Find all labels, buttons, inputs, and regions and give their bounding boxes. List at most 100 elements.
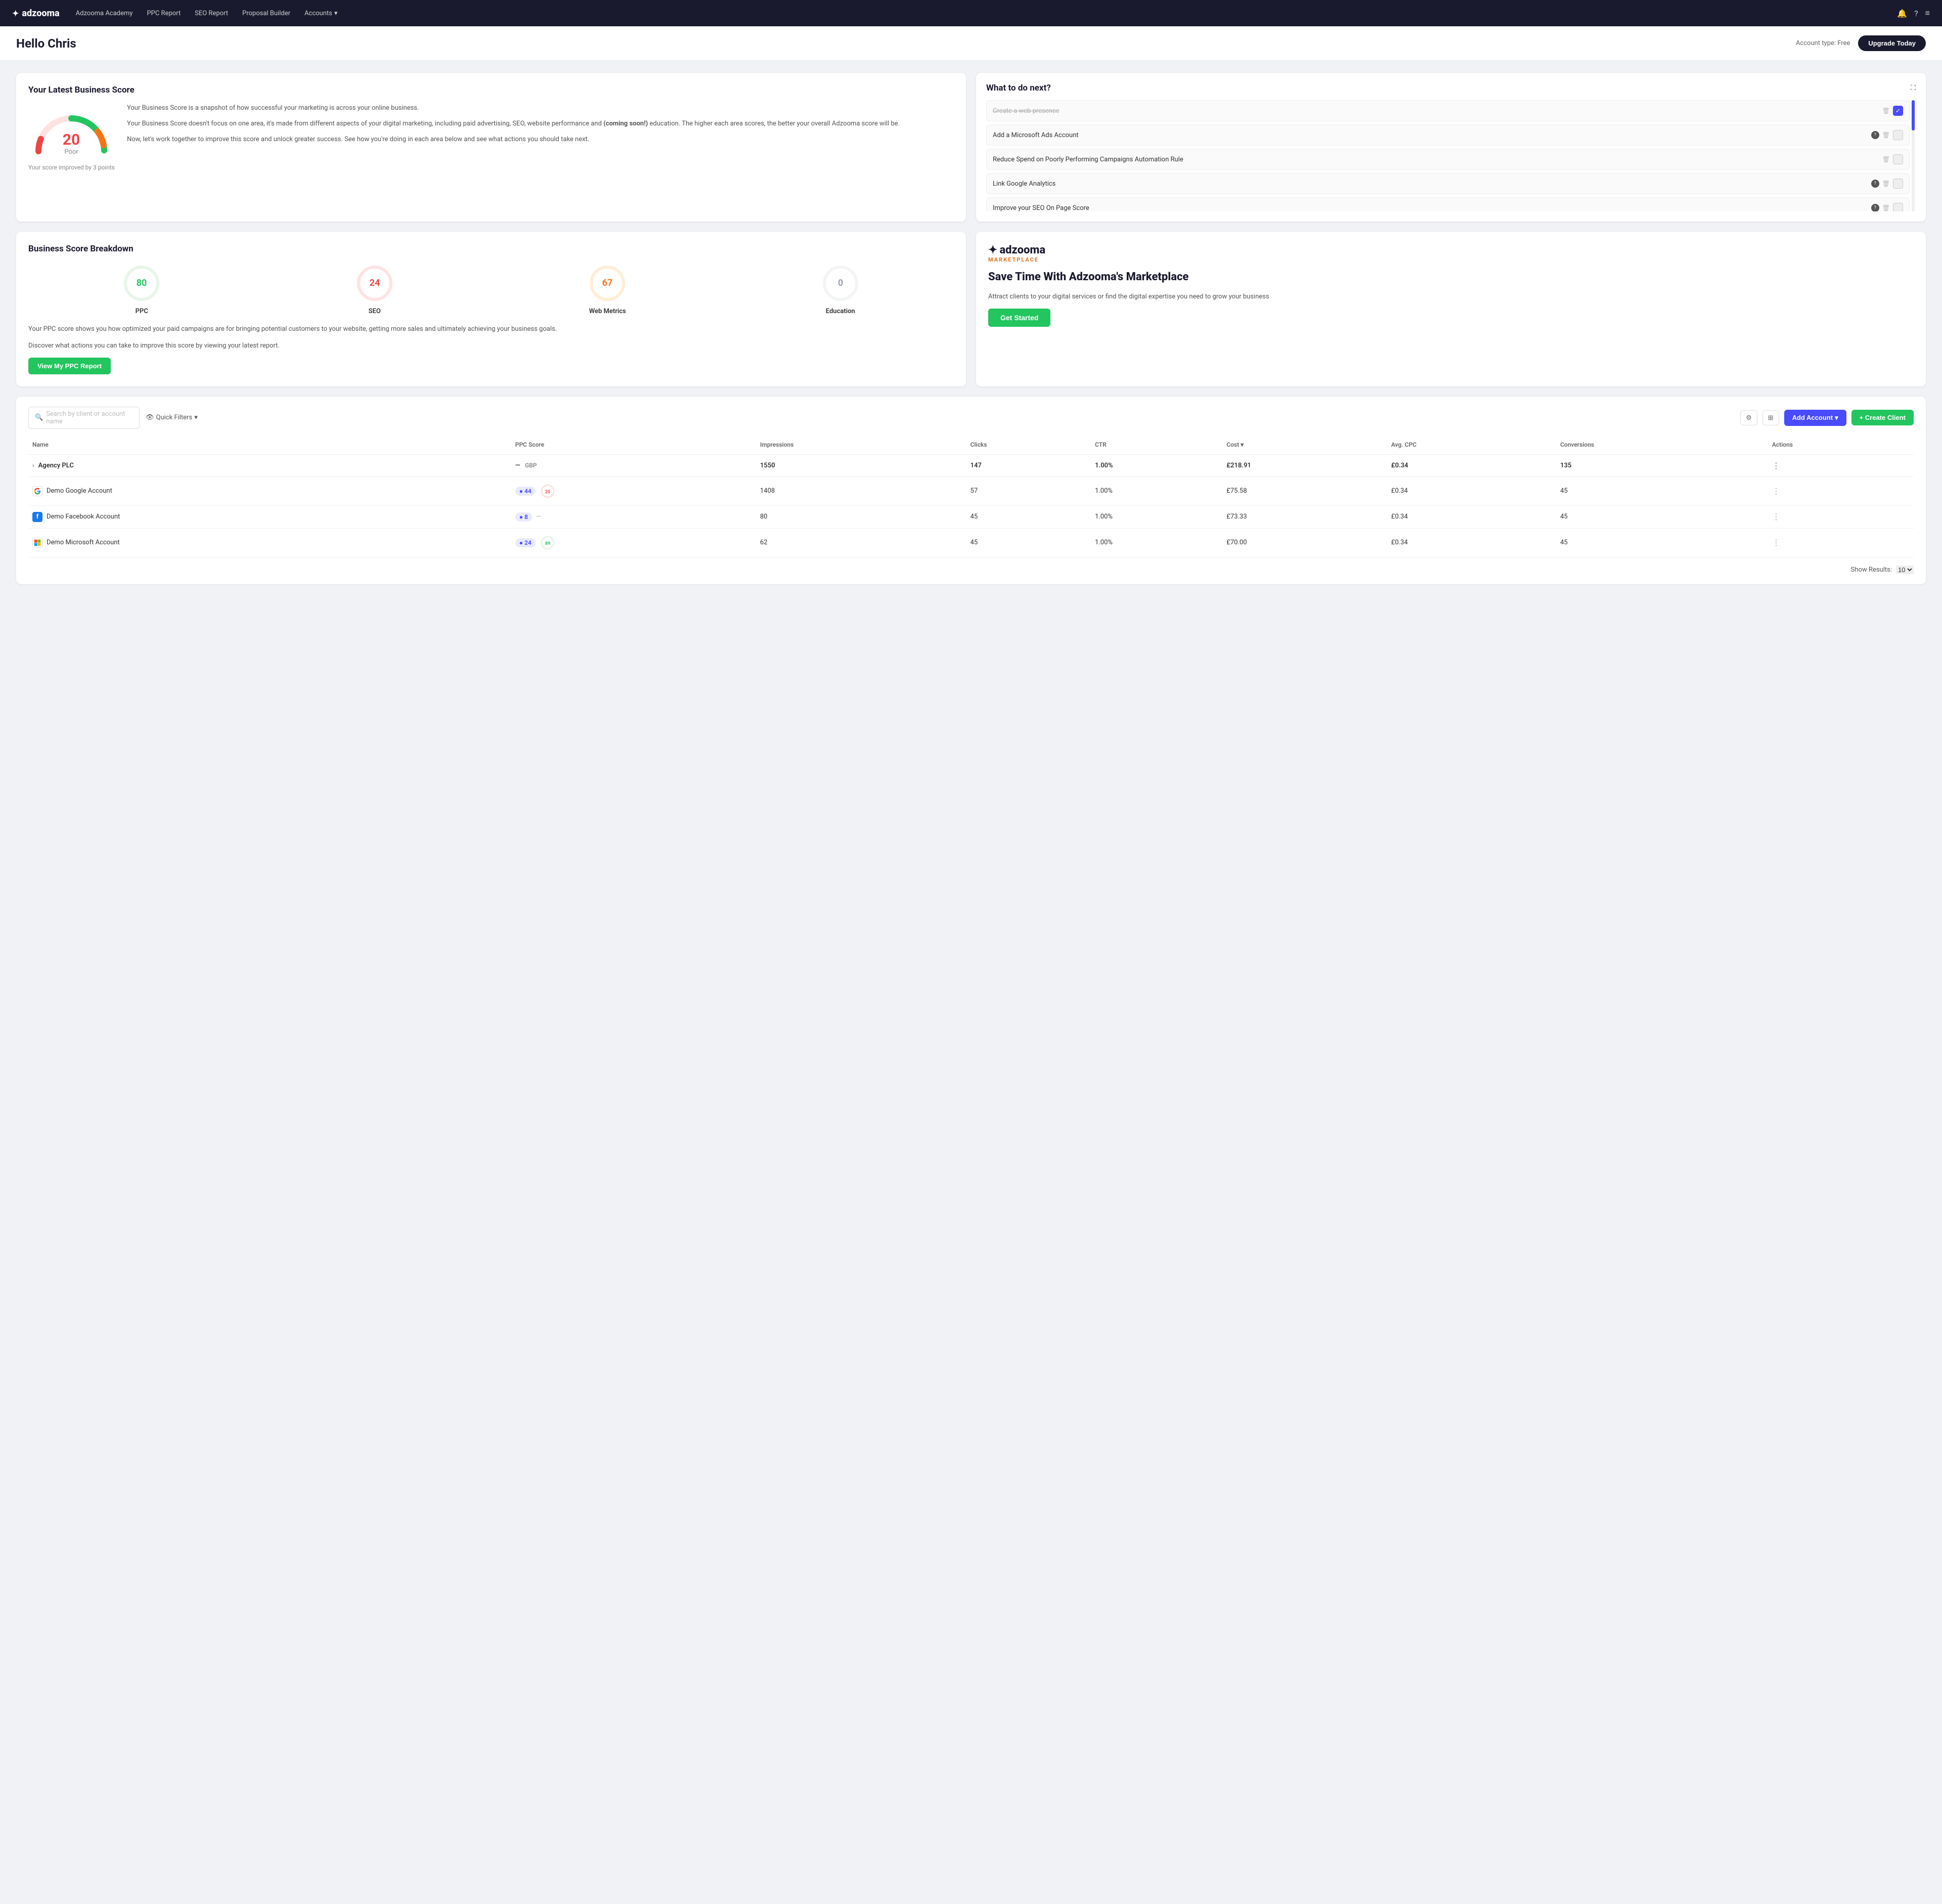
svg-text:67: 67 <box>602 278 613 288</box>
logo-text: adzooma <box>22 8 59 19</box>
seo-circle: 24 <box>355 263 395 304</box>
create-client-button[interactable]: + Create Client <box>1851 410 1914 425</box>
checkbox-4[interactable] <box>1893 203 1903 211</box>
next-card-title: What to do next? <box>986 83 1051 93</box>
row-ctr: 1.00% <box>1091 454 1222 477</box>
more-actions-icon[interactable]: ⋮ <box>1772 486 1780 496</box>
accounts-section: 🔍 Search by client or account name 👁 Qui… <box>16 397 1926 584</box>
next-item-text-4: Improve your SEO On Page Score <box>993 204 1867 212</box>
accounts-toolbar: 🔍 Search by client or account name 👁 Qui… <box>28 407 1914 429</box>
bell-icon[interactable]: 🔔 <box>1897 9 1907 18</box>
add-account-button[interactable]: Add Account ▾ <box>1784 410 1846 426</box>
score-item-ppc: 80 PPC <box>28 263 255 315</box>
more-actions-icon[interactable]: ⋮ <box>1772 461 1780 470</box>
get-started-button[interactable]: Get Started <box>988 309 1050 327</box>
next-item-actions-4: ? 🗑 <box>1871 203 1903 211</box>
col-avg-cpc: Avg. CPC <box>1387 437 1556 455</box>
eye-icon: 👁 <box>146 414 154 421</box>
menu-icon[interactable]: ≡ <box>1925 8 1930 18</box>
chevron-down-filters-icon: ▾ <box>194 414 198 421</box>
search-box[interactable]: 🔍 Search by client or account name <box>28 407 140 429</box>
score-value: 20 <box>63 131 80 149</box>
checkbox-1[interactable] <box>1893 130 1903 140</box>
trash-icon-4[interactable]: 🗑 <box>1882 204 1890 211</box>
next-card-header: What to do next? ⛶ <box>986 83 1916 93</box>
score-item-seo: 24 SEO <box>261 263 489 315</box>
more-actions-icon[interactable]: ⋮ <box>1772 538 1780 547</box>
trash-icon-1[interactable]: 🗑 <box>1882 132 1890 139</box>
svg-text:89: 89 <box>545 541 550 546</box>
trash-icon-2[interactable]: 🗑 <box>1882 156 1890 163</box>
marketplace-sub: MARKETPLACE <box>988 256 1914 263</box>
row-avg-cpc: £0.34 <box>1387 454 1556 477</box>
help-circle-icon[interactable]: ? <box>1914 9 1918 18</box>
help-icon-1[interactable]: ? <box>1871 131 1879 139</box>
nav-link-seo[interactable]: SEO Report <box>195 10 228 17</box>
page-header: Hello Chris Account type: Free Upgrade T… <box>0 26 1942 61</box>
ppc-badge: ● 8 <box>515 512 532 522</box>
score-desc3: Now, let's work together to improve this… <box>127 135 954 145</box>
account-type-label: Account type: Free <box>1796 39 1850 47</box>
ppc-label: PPC <box>136 308 148 315</box>
next-item-0: Create a web presence 🗑 ✓ <box>986 100 1910 121</box>
web-label: Web Metrics <box>589 308 626 315</box>
header-right: Account type: Free Upgrade Today <box>1796 35 1926 51</box>
score-desc2: Your Business Score doesn't focus on one… <box>127 119 954 129</box>
quick-filters[interactable]: 👁 Quick Filters ▾ <box>146 414 198 421</box>
web-circle: 67 <box>587 263 628 304</box>
breakdown-card: Business Score Breakdown 80 PPC <box>16 232 966 386</box>
chevron-down-icon: ▾ <box>334 10 338 17</box>
trash-icon-3[interactable]: 🗑 <box>1882 180 1890 187</box>
row-name: Demo Google Account <box>28 477 511 505</box>
breakdown-desc2: Discover what actions you can take to im… <box>28 341 954 352</box>
show-results-select[interactable]: 10 25 50 <box>1896 566 1914 574</box>
nav-link-ppc[interactable]: PPC Report <box>147 10 181 17</box>
business-score-title: Your Latest Business Score <box>28 85 954 95</box>
bottom-row: Business Score Breakdown 80 PPC <box>16 232 1926 386</box>
svg-text:80: 80 <box>137 278 147 288</box>
microsoft-icon <box>32 538 42 548</box>
next-item-actions-0: 🗑 ✓ <box>1882 106 1903 116</box>
upgrade-today-button[interactable]: Upgrade Today <box>1858 35 1926 51</box>
next-item-3: Link Google Analytics ? 🗑 <box>986 173 1910 194</box>
row-name: Demo Microsoft Account <box>28 528 511 557</box>
score-gauge-area: 20 Poor Your score improved by 3 points <box>28 103 115 171</box>
marketplace-logo: ✦ adzooma <box>988 244 1914 256</box>
breakdown-title: Business Score Breakdown <box>28 244 954 254</box>
score-gauge-svg: 20 Poor <box>31 103 112 159</box>
col-conversions: Conversions <box>1556 437 1768 455</box>
table-header: Name PPC Score Impressions Clicks CTR Co… <box>28 437 1914 455</box>
more-actions-icon[interactable]: ⋮ <box>1772 512 1780 522</box>
nav-icons: 🔔 ? ≡ <box>1897 8 1930 18</box>
col-ppc-score: PPC Score <box>511 437 756 455</box>
checkbox-3[interactable] <box>1893 179 1903 189</box>
row-name: f Demo Facebook Account <box>28 505 511 528</box>
logo-rocket-icon: ✦ <box>12 9 19 18</box>
table-row: › Agency PLC — GBP 1550 147 1.00% £218.9… <box>28 454 1914 477</box>
help-icon-4[interactable]: ? <box>1871 204 1879 211</box>
grid-view-button[interactable]: ⊞ <box>1762 410 1779 425</box>
checkbox-2[interactable] <box>1893 154 1903 164</box>
checkbox-0[interactable]: ✓ <box>1893 106 1903 116</box>
business-score-card: Your Latest Business Score <box>16 73 966 222</box>
nav-accounts-dropdown[interactable]: Accounts ▾ <box>304 10 337 17</box>
filter-button[interactable]: ⚙ <box>1740 410 1757 425</box>
table-row: Demo Microsoft Account ● 24 89 <box>28 528 1914 557</box>
trash-icon-0[interactable]: 🗑 <box>1882 107 1890 114</box>
row-ppc-score: — GBP <box>511 454 756 477</box>
expand-arrow-icon[interactable]: › <box>32 462 34 469</box>
nav-logo[interactable]: ✦ adzooma <box>12 8 60 19</box>
help-icon-3[interactable]: ? <box>1871 180 1879 188</box>
svg-text:0: 0 <box>838 278 843 288</box>
next-item-1: Add a Microsoft Ads Account ? 🗑 <box>986 124 1910 146</box>
nav-link-proposal[interactable]: Proposal Builder <box>242 10 290 17</box>
next-item-text-3: Link Google Analytics <box>993 180 1867 188</box>
toolbar-right: ⚙ ⊞ Add Account ▾ + Create Client <box>1740 410 1914 426</box>
col-actions: Actions <box>1768 437 1914 455</box>
score-content: 20 Poor Your score improved by 3 points … <box>28 103 954 171</box>
education-circle: 0 <box>820 263 861 304</box>
table-row: f Demo Facebook Account ● 8 — 80 45 1.00… <box>28 505 1914 528</box>
nav-link-academy[interactable]: Adzooma Academy <box>76 10 133 17</box>
expand-icon[interactable]: ⛶ <box>1911 84 1916 92</box>
view-ppc-report-button[interactable]: View My PPC Report <box>28 358 111 374</box>
